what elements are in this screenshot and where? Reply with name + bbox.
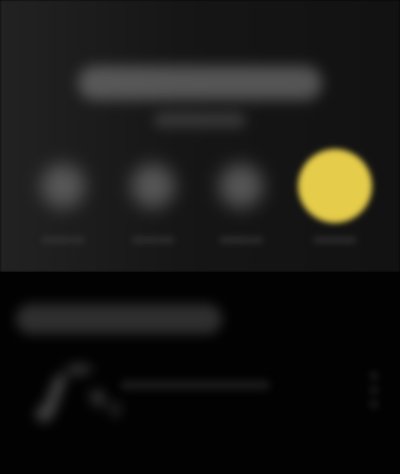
list-section <box>0 272 400 474</box>
action-label <box>131 236 175 244</box>
action-button-2[interactable] <box>110 150 196 250</box>
action-button-3[interactable] <box>198 150 284 250</box>
title-block <box>70 62 330 132</box>
primary-action-icon <box>298 149 372 223</box>
action-row <box>0 149 400 250</box>
music-note-icon <box>36 364 122 422</box>
action-label <box>313 236 357 244</box>
page-title <box>78 66 322 100</box>
action-icon <box>131 164 175 208</box>
primary-action-button[interactable] <box>292 149 378 250</box>
header <box>0 0 400 272</box>
list-item-label <box>120 380 270 390</box>
action-label <box>41 236 85 244</box>
action-icon <box>41 164 85 208</box>
list-item[interactable] <box>0 350 400 440</box>
action-button-1[interactable] <box>20 150 106 250</box>
section-title <box>16 304 222 334</box>
page-subtitle <box>154 112 246 128</box>
more-vertical-icon[interactable] <box>362 368 386 412</box>
action-label <box>219 236 263 244</box>
action-icon <box>219 164 263 208</box>
